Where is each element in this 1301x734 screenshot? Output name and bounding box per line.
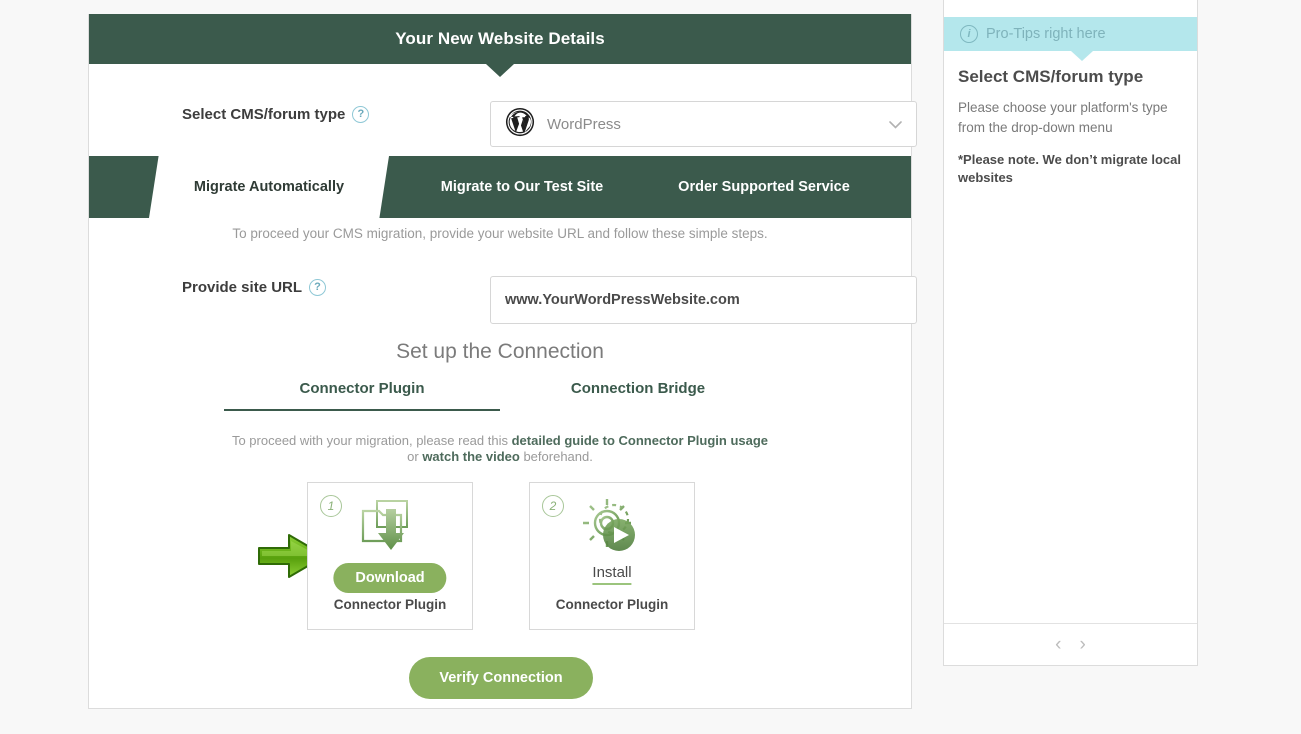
cms-selected-value: WordPress (547, 115, 621, 133)
verify-connection-button[interactable]: Verify Connection (409, 657, 593, 699)
site-url-label: Provide site URL ? (182, 279, 327, 296)
site-url-input[interactable] (490, 276, 917, 324)
main-panel: Your New Website Details Select CMS/foru… (88, 14, 917, 709)
cms-type-label-text: Select CMS/forum type (182, 105, 346, 123)
subtab-label: Connection Bridge (570, 380, 706, 397)
subtab-label: Connector Plugin (299, 380, 425, 397)
cms-type-select[interactable]: WordPress (490, 101, 917, 147)
header-notch-triangle (486, 64, 514, 77)
intro-text: To proceed your CMS migration, provide y… (232, 226, 768, 241)
step-card-caption: Connector Plugin (555, 597, 669, 612)
pro-tip-body: Select CMS/forum type Please choose your… (944, 67, 1197, 186)
help-icon[interactable]: ? (309, 279, 327, 296)
site-url-row: Provide site URL ? (182, 279, 327, 296)
guide-prefix: To proceed with your migration, please r… (231, 433, 512, 448)
panel-header: Your New Website Details (89, 14, 911, 64)
tab-migrate-to-test-site[interactable]: Migrate to Our Test Site (407, 156, 637, 218)
chevron-down-icon (889, 118, 902, 131)
page-title: Your New Website Details (395, 29, 605, 48)
step-card-install: 2 Install Connector Plugin (529, 482, 695, 630)
pro-tips-label: Pro-Tips right here (986, 26, 1106, 42)
pro-tip-title: Select CMS/forum type (958, 67, 1144, 86)
guide-text: To proceed with your migration, please r… (89, 433, 911, 466)
pro-tip-note: *Please note. We don’t migrate local web… (958, 152, 1181, 185)
detailed-guide-link[interactable]: detailed guide to Connector Plugin usage (512, 433, 768, 448)
wordpress-logo-icon (505, 107, 535, 142)
guide-suffix: beforehand. (519, 449, 593, 465)
step-number-badge: 2 (542, 495, 564, 517)
pro-tips-nav: ‹ › (944, 623, 1197, 665)
pro-tip-text: Please choose your platform's type from … (958, 100, 1168, 135)
migration-tabbar: Migrate Automatically Migrate to Our Tes… (89, 156, 911, 218)
tab-order-supported-service[interactable]: Order Supported Service (649, 156, 879, 218)
pro-tips-notch-triangle (1071, 51, 1093, 61)
cms-type-label: Select CMS/forum type ? (182, 105, 370, 123)
step-card-download: 1 Download Connector Plugin (307, 482, 473, 630)
next-tip-icon[interactable]: › (1080, 635, 1086, 654)
watch-video-link[interactable]: watch the video (422, 449, 520, 464)
site-url-label-text: Provide site URL (182, 279, 303, 296)
tab-label: Migrate Automatically (193, 179, 345, 195)
step-card-caption: Connector Plugin (333, 597, 447, 612)
page-root: Your New Website Details Select CMS/foru… (0, 0, 1301, 734)
install-link[interactable]: Install (592, 564, 632, 585)
folder-download-icon (359, 497, 421, 559)
tab-migrate-automatically[interactable]: Migrate Automatically (149, 156, 389, 218)
info-icon: i (960, 25, 978, 43)
tab-label: Order Supported Service (678, 179, 850, 195)
prev-tip-icon[interactable]: ‹ (1055, 635, 1061, 654)
pro-tips-header: i Pro-Tips right here (944, 17, 1197, 51)
subtab-connection-bridge[interactable]: Connection Bridge (500, 380, 776, 411)
guide-middle: or (407, 449, 423, 465)
tab-label: Migrate to Our Test Site (440, 179, 604, 195)
setup-connection-title: Set up the Connection (396, 340, 604, 363)
subtab-connector-plugin[interactable]: Connector Plugin (224, 380, 500, 411)
step-number-badge: 1 (320, 495, 342, 517)
pro-tips-sidebar: i Pro-Tips right here Select CMS/forum t… (943, 0, 1198, 666)
connection-subtabs: Connector Plugin Connection Bridge (224, 380, 776, 411)
help-icon[interactable]: ? (352, 105, 370, 123)
gear-play-install-icon (581, 497, 643, 559)
download-button[interactable]: Download (333, 563, 447, 593)
